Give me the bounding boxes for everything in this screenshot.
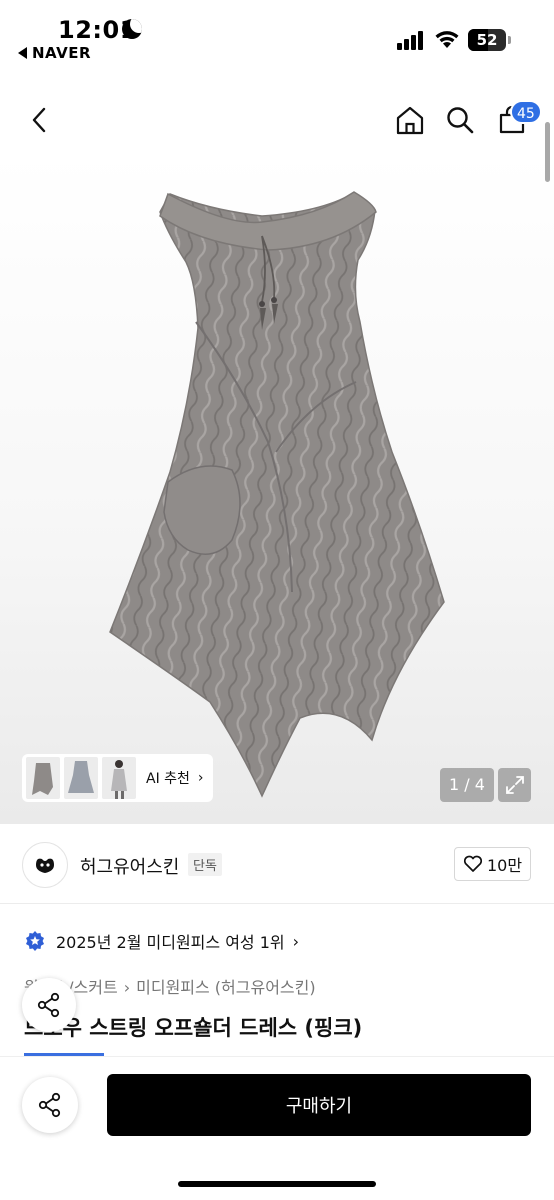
ranking-text: 2025년 2월 미디원피스 여성 1위 (56, 933, 285, 952)
cart-count-badge: 45 (510, 100, 542, 124)
brand-logo-icon (36, 858, 54, 873)
ai-recommend-label: AI 추천 (146, 771, 190, 787)
expand-icon (505, 776, 524, 794)
share-icon (38, 1092, 61, 1118)
battery-nub (508, 36, 511, 44)
signal-icon (397, 30, 425, 50)
floating-share-button[interactable] (22, 978, 76, 1032)
product-title: 드로우 스트링 오프숄더 드레스 (핑크) (24, 1016, 363, 1040)
image-page-counter: 1 / 4 (440, 768, 494, 802)
brand-name[interactable]: 허그유어스킨 (80, 853, 179, 879)
product-image[interactable] (0, 152, 554, 824)
dress-photo (109, 191, 445, 798)
back-button[interactable] (20, 100, 60, 140)
expand-image-button[interactable] (498, 768, 531, 802)
scroll-indicator (545, 122, 550, 182)
back-triangle-icon (18, 47, 27, 59)
back-chevron-icon (32, 107, 46, 133)
thumbnail-3[interactable] (102, 757, 136, 799)
thumbnail-2[interactable] (64, 757, 98, 799)
share-button[interactable] (22, 1077, 78, 1133)
exclusive-badge: 단독 (188, 853, 222, 876)
share-icon (37, 992, 60, 1018)
back-to-app-link[interactable]: NAVER (18, 44, 91, 62)
chevron-right-icon: › (123, 978, 131, 997)
heart-icon (463, 855, 483, 872)
back-app-label: NAVER (32, 44, 92, 62)
moon-icon (122, 19, 142, 39)
thumbnail-1[interactable] (26, 757, 60, 799)
brand-logo[interactable] (22, 842, 68, 888)
chevron-right-icon: › (292, 931, 300, 951)
star-badge-icon (26, 931, 44, 951)
search-icon (447, 107, 474, 134)
home-indicator (178, 1181, 376, 1187)
chevron-right-icon: › (197, 770, 204, 786)
like-button[interactable]: 10만 (454, 847, 531, 881)
ai-recommend-link[interactable]: AI 추천 › (146, 768, 204, 788)
ranking-link[interactable]: 2025년 2월 미디원피스 여성 1위 › (24, 928, 299, 954)
home-button[interactable] (390, 100, 430, 140)
breadcrumb-subcategory[interactable]: 미디원피스 (허그유어스킨) (136, 978, 316, 997)
home-icon (396, 106, 424, 135)
brand-row: 허그유어스킨 단독 10만 (0, 826, 554, 904)
bottom-action-bar: 구매하기 (0, 1056, 554, 1200)
battery-indicator: 52 (468, 29, 506, 51)
wifi-icon (435, 31, 459, 48)
like-count: 10만 (486, 856, 523, 875)
buy-button[interactable]: 구매하기 (107, 1074, 531, 1136)
nav-bar (0, 88, 554, 152)
status-bar: 12:01 NAVER 52 (0, 0, 554, 76)
battery-level: 52 (476, 31, 498, 49)
search-button[interactable] (440, 100, 480, 140)
thumbnail-strip[interactable]: AI 추천 › (22, 754, 213, 802)
